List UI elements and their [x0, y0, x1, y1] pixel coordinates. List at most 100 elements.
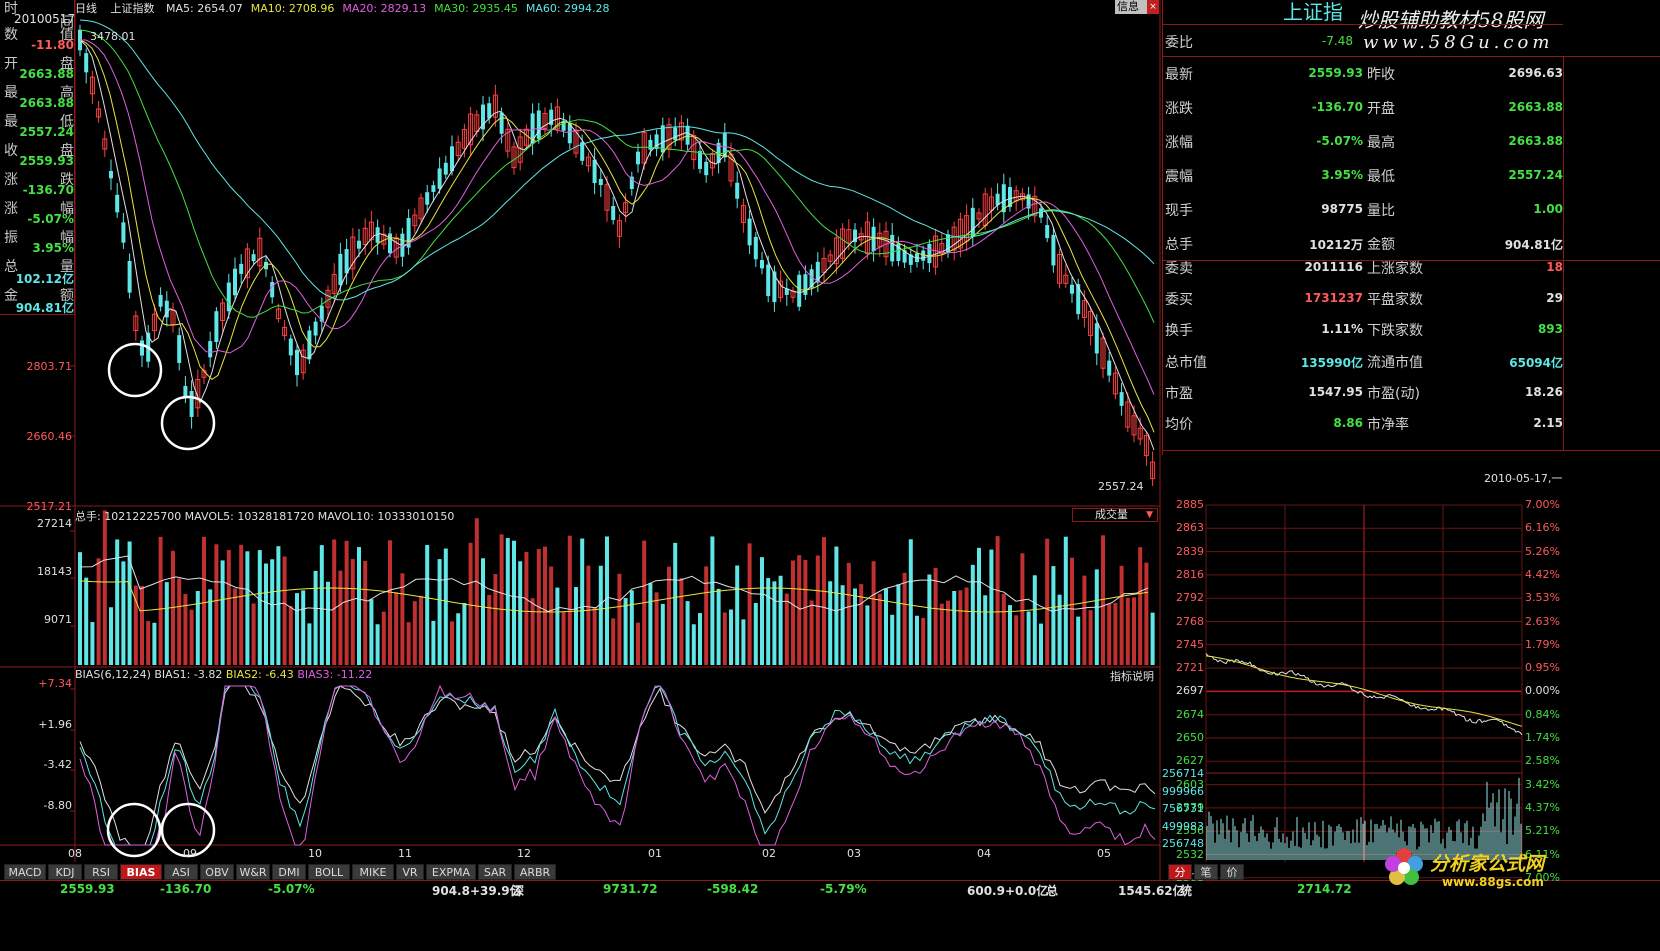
- weibi-label: 委比: [1165, 35, 1193, 51]
- intraday-tab[interactable]: 价: [1220, 864, 1244, 880]
- volume-bar: [195, 590, 200, 665]
- candle: [735, 182, 740, 199]
- watermark-url: www.58Gu.com: [1363, 32, 1554, 53]
- volume-bar: [543, 546, 547, 665]
- volume-bar: [1113, 602, 1118, 665]
- tab-vr[interactable]: VR: [396, 864, 424, 880]
- volume-bar: [109, 607, 113, 665]
- intraday-pct-tick: 2.58%: [1525, 754, 1560, 768]
- intraday-price-tick: 2721: [1176, 661, 1204, 675]
- tab-arbr[interactable]: ARBR: [514, 864, 556, 880]
- volume-bar: [549, 566, 554, 665]
- quote-value: 2.15: [1533, 416, 1563, 431]
- volume-bar: [499, 534, 504, 665]
- tab-expma[interactable]: EXPMA: [426, 864, 476, 880]
- quote-label: 涨跌: [1165, 101, 1193, 117]
- quote-value: 893: [1537, 322, 1563, 337]
- candle: [431, 185, 436, 192]
- intraday-pct-tick: 2.63%: [1525, 614, 1560, 628]
- tab-bias[interactable]: BIAS: [120, 864, 162, 880]
- intraday-tab[interactable]: 笔: [1194, 864, 1218, 880]
- weibi-value: -7.48: [1321, 34, 1353, 48]
- volume-bar: [1082, 575, 1087, 665]
- quote-value: 2696.63: [1508, 66, 1563, 80]
- volume-bar: [332, 539, 337, 665]
- quote-label: 震幅: [1165, 169, 1193, 185]
- tab-boll[interactable]: BOLL: [308, 864, 350, 880]
- intraday-price-tick: 2745: [1176, 637, 1204, 651]
- volume-bar: [388, 540, 392, 665]
- candle: [177, 335, 182, 363]
- candle: [487, 103, 492, 119]
- volume-bar: [629, 590, 634, 665]
- quote-label: 委买: [1165, 292, 1193, 309]
- volume-bar: [1138, 547, 1143, 665]
- candle: [797, 274, 802, 307]
- volume-bar: [574, 587, 578, 665]
- intraday-tab[interactable]: 分: [1168, 864, 1192, 880]
- volume-bar: [276, 546, 281, 665]
- volume-bar: [394, 592, 399, 665]
- volume-bar: [307, 623, 312, 665]
- divider: [1563, 56, 1564, 451]
- bias1-line: [79, 685, 1156, 846]
- tab-macd[interactable]: MACD: [4, 864, 46, 880]
- volume-bar: [313, 570, 318, 665]
- volume-bar: [350, 558, 355, 665]
- flower-logo-icon: [1384, 847, 1424, 887]
- chevron-down-icon: ▼: [1146, 510, 1153, 520]
- tab-asi[interactable]: ASI: [164, 864, 198, 880]
- candle: [158, 294, 163, 307]
- candle: [443, 162, 448, 175]
- quote-value: -5.07%: [1316, 134, 1363, 148]
- volume-bar: [822, 537, 826, 665]
- volume-bar: [208, 589, 213, 665]
- volume-bar: [580, 538, 585, 665]
- volume-bar: [828, 581, 833, 665]
- volume-bar: [1014, 615, 1019, 665]
- x-tick: 12: [517, 847, 531, 860]
- volume-bar: [865, 605, 870, 665]
- volume-bar: [158, 536, 163, 665]
- status-item: -5.07%: [268, 882, 315, 896]
- status-item: 9731.72: [603, 882, 658, 896]
- volume-bar: [326, 581, 330, 665]
- tab-wr[interactable]: W&R: [236, 864, 270, 880]
- ma20-line: [80, 39, 1155, 395]
- quote-label: 开盘: [1367, 101, 1395, 117]
- volume-type-dropdown[interactable]: 成交量 ▼: [1072, 508, 1158, 522]
- tab-sar[interactable]: SAR: [478, 864, 512, 880]
- candle: [288, 338, 293, 356]
- tab-rsi[interactable]: RSI: [84, 864, 118, 880]
- intraday-pct-tick: 0.95%: [1525, 661, 1560, 675]
- volume-bar: [456, 613, 461, 665]
- candle: [338, 253, 343, 286]
- tab-dmi[interactable]: DMI: [272, 864, 306, 880]
- volume-bar: [481, 558, 485, 665]
- x-tick: 11: [398, 847, 412, 860]
- intraday-price-tick: 2697: [1176, 684, 1204, 698]
- intraday-price-tick: 2863: [1176, 521, 1204, 535]
- volume-bar: [915, 615, 919, 665]
- status-item: 总: [1046, 884, 1059, 898]
- candle: [598, 178, 603, 186]
- indicator-help-button[interactable]: 指标说明: [1110, 668, 1154, 684]
- volume-bar: [530, 598, 535, 665]
- volume-bar: [995, 536, 1000, 665]
- intraday-pct-tick: 1.74%: [1525, 731, 1560, 744]
- volume-bar: [902, 572, 907, 665]
- candle: [388, 233, 392, 254]
- candle: [760, 260, 764, 269]
- quote-label: 涨幅: [1165, 135, 1193, 151]
- volume-bar: [202, 536, 206, 665]
- tab-obv[interactable]: OBV: [200, 864, 234, 880]
- tab-mike[interactable]: MIKE: [352, 864, 394, 880]
- volume-bar: [778, 575, 783, 665]
- x-tick: 04: [977, 847, 991, 860]
- volume-bar: [90, 622, 95, 665]
- logo-text: 分析家公式网: [1430, 853, 1545, 875]
- tab-kdj[interactable]: KDJ: [48, 864, 82, 880]
- volume-bar: [673, 542, 678, 665]
- volume-bar: [96, 558, 101, 665]
- volume-bar: [437, 559, 442, 665]
